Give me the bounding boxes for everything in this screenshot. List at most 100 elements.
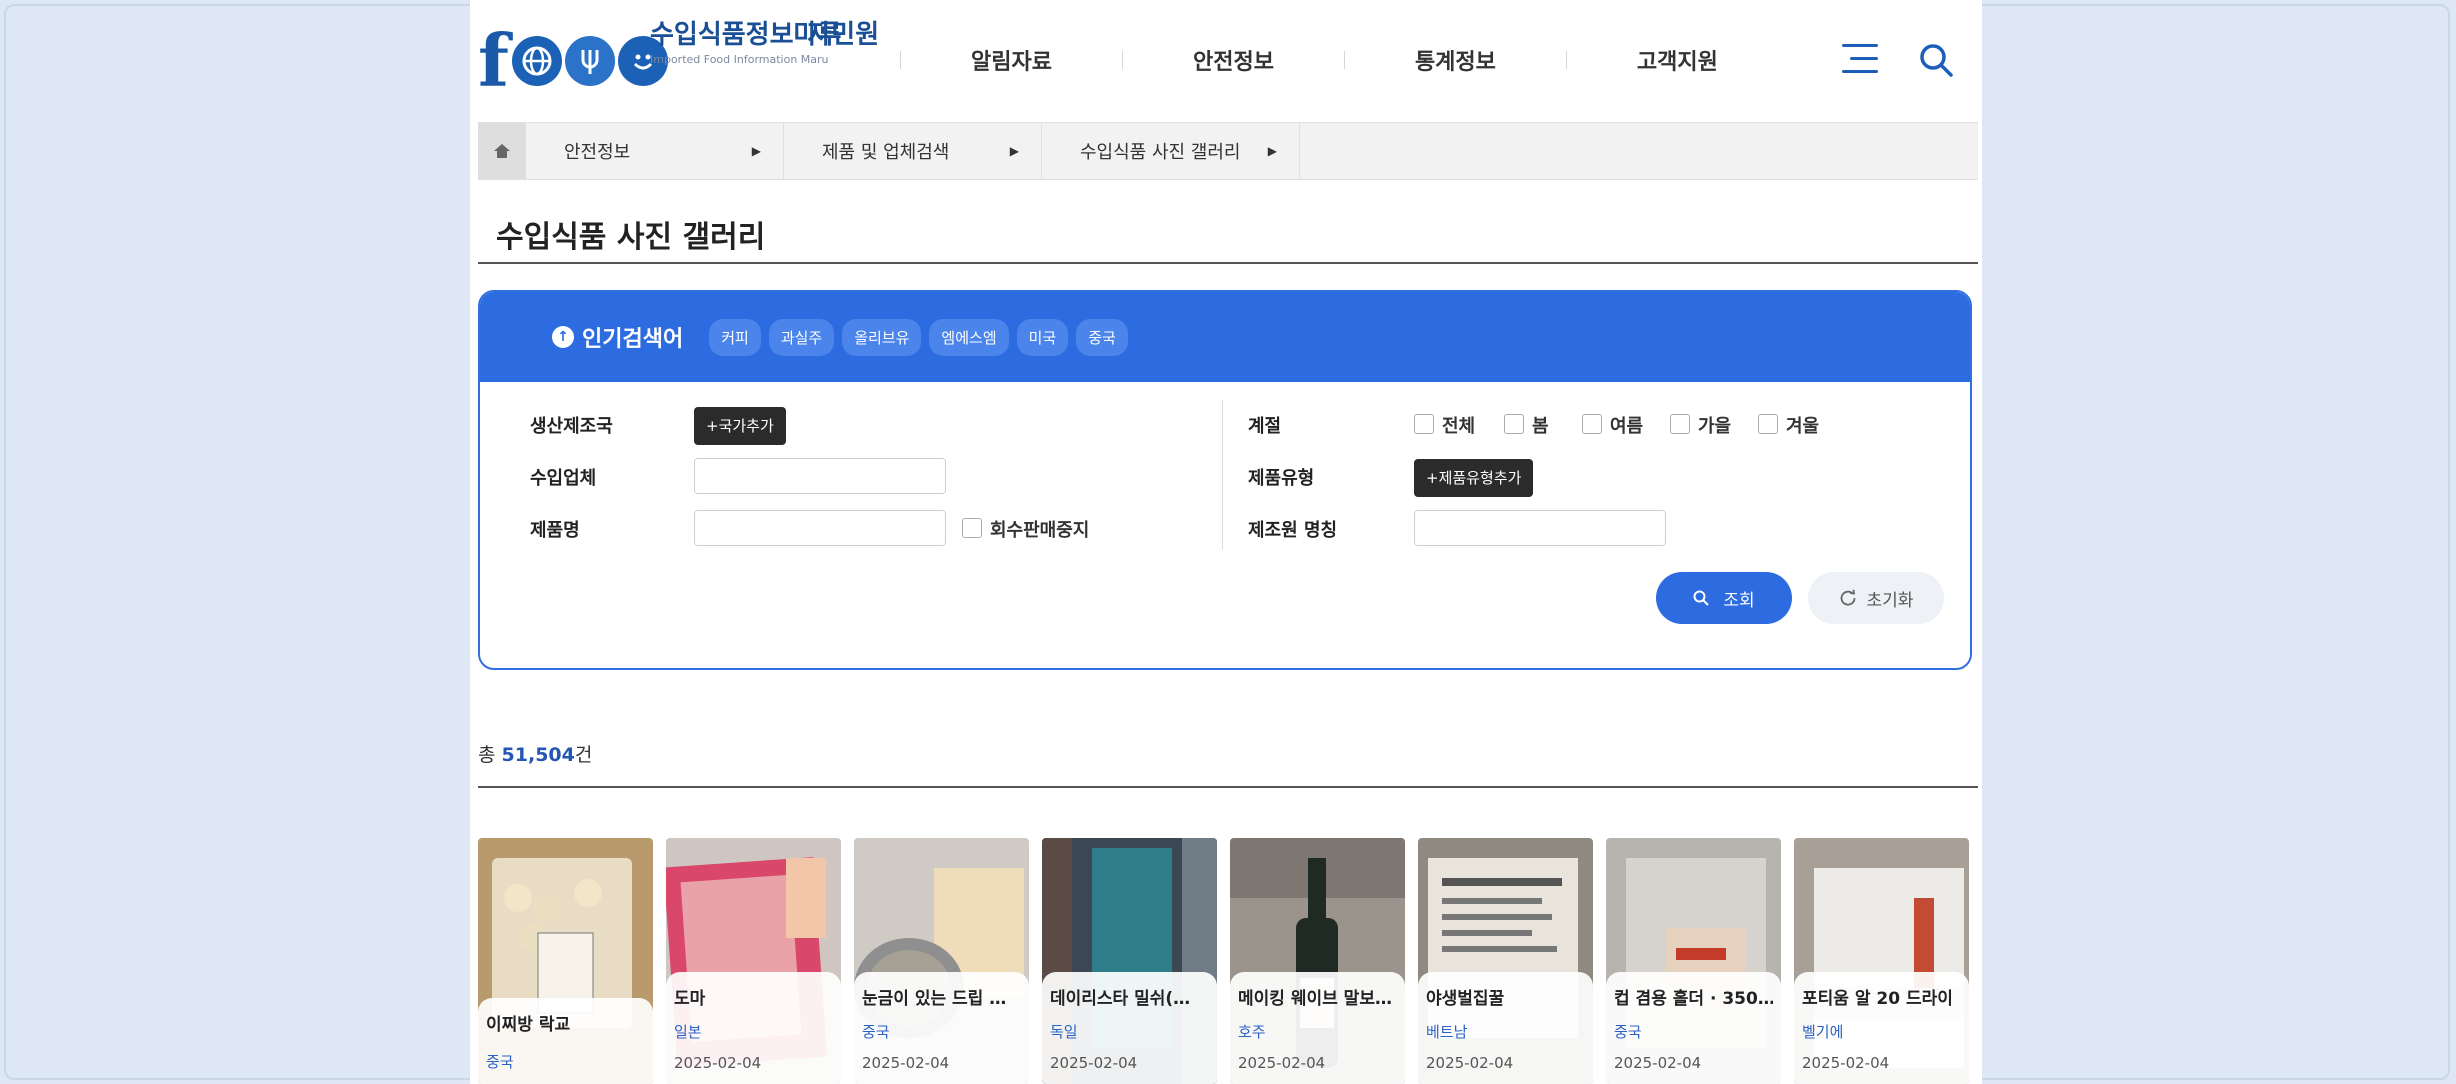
search-button[interactable]: 조회: [1656, 572, 1792, 624]
logo-text: 수입식품정보마루자민원 Imported Food Information Ma…: [650, 14, 930, 66]
breadcrumb-label: 수입식품 사진 갤러리: [1080, 142, 1241, 163]
card-info: 이찌방 락교 중국: [478, 998, 653, 1084]
count-prefix: 총: [478, 744, 502, 766]
reset-button[interactable]: 초기화: [1808, 572, 1944, 624]
breadcrumb-label: 제품 및 업체검색: [822, 142, 950, 163]
logo-f-glyph: f: [478, 18, 509, 103]
nav-item-support[interactable]: 고객지원: [1637, 44, 1718, 76]
country-label: 생산제조국: [530, 416, 613, 437]
title-divider: [478, 262, 1978, 264]
keyword-chip[interactable]: 미국: [1016, 318, 1069, 356]
card-title: 도마: [674, 989, 706, 1009]
card-date: 2025-02-04: [1050, 1054, 1138, 1072]
recall-label: 회수판매중지: [990, 520, 1090, 541]
hamburger-menu-icon[interactable]: [1842, 44, 1878, 74]
card-country: 베트남: [1426, 1023, 1468, 1041]
breadcrumb-item-product-search[interactable]: 제품 및 업체검색 ▶: [784, 123, 1042, 179]
keyword-chip[interactable]: 올리브유: [842, 318, 922, 356]
nav-item-safety[interactable]: 안전정보: [1193, 44, 1274, 76]
gallery-card[interactable]: 데이리스타 밀쉬(… 독일 2025-02-04: [1042, 838, 1217, 1084]
gallery-card[interactable]: 도마 일본 2025-02-04: [666, 838, 841, 1084]
gallery-card[interactable]: 이찌방 락교 중국: [478, 838, 653, 1084]
manufacturer-label: 제조원 명칭: [1248, 520, 1338, 541]
gallery-card[interactable]: 야생벌집꿀 베트남 2025-02-04: [1418, 838, 1593, 1084]
card-date: 2025-02-04: [1238, 1054, 1326, 1072]
season-label: 계절: [1248, 416, 1282, 437]
search-panel: ↑ 인기검색어 커피 과실주 올리브유 엠에스엠 미국 중국 생산제조국 +국가…: [478, 290, 1972, 670]
product-name-label: 제품명: [530, 520, 580, 541]
nav-divider: [900, 51, 901, 69]
recall-checkbox[interactable]: [962, 518, 982, 538]
card-info: 눈금이 있는 드립 … 중국 2025-02-04: [854, 972, 1029, 1084]
refresh-icon: [1840, 589, 1855, 606]
card-title: 데이리스타 밀쉬(…: [1050, 989, 1191, 1009]
nav-item-notices[interactable]: 알림자료: [971, 44, 1052, 76]
gallery-card[interactable]: 포티움 알 20 드라이 벨기에 2025-02-04: [1794, 838, 1969, 1084]
season-summer-checkbox[interactable]: [1582, 414, 1602, 434]
card-info: 도마 일본 2025-02-04: [666, 972, 841, 1084]
nav-divider: [1565, 51, 1567, 69]
card-info: 야생벌집꿀 베트남 2025-02-04: [1418, 972, 1593, 1084]
manufacturer-input[interactable]: [1414, 510, 1666, 546]
card-country: 일본: [674, 1023, 702, 1041]
count-number: 51,504: [501, 744, 575, 766]
card-country: 벨기에: [1802, 1023, 1844, 1041]
keyword-chip[interactable]: 중국: [1076, 318, 1128, 356]
logo-title: 수입식품정보마루자민원: [650, 20, 880, 50]
globe-icon: [511, 36, 562, 86]
product-name-input[interactable]: [694, 510, 946, 546]
season-all-label: 전체: [1442, 416, 1476, 437]
card-info: 포티움 알 20 드라이 벨기에 2025-02-04: [1794, 972, 1969, 1084]
keyword-chip[interactable]: 커피: [709, 318, 761, 356]
add-product-type-button[interactable]: +제품유형추가: [1414, 459, 1534, 497]
card-country: 호주: [1238, 1023, 1266, 1041]
season-autumn-checkbox[interactable]: [1670, 414, 1690, 434]
breadcrumb-label: 안전정보: [564, 142, 631, 163]
card-date: 2025-02-04: [1426, 1054, 1514, 1072]
season-autumn-label: 가을: [1698, 416, 1732, 437]
nav-item-statistics[interactable]: 통계정보: [1415, 44, 1496, 76]
card-title: 컵 겸용 홀더 · 350…: [1614, 989, 1773, 1009]
card-date: 2025-02-04: [862, 1054, 950, 1072]
search-button-label: 조회: [1723, 590, 1755, 611]
card-info: 데이리스타 밀쉬(… 독일 2025-02-04: [1042, 972, 1217, 1084]
add-country-button[interactable]: +국가추가: [694, 407, 786, 445]
popular-keywords-bar: ↑ 인기검색어 커피 과실주 올리브유 엠에스엠 미국 중국: [480, 292, 1970, 382]
keyword-chip[interactable]: 엠에스엠: [929, 318, 1009, 356]
page-title: 수입식품 사진 갤러리: [496, 220, 766, 255]
column-divider: [1222, 400, 1223, 550]
gallery-card[interactable]: 컵 겸용 홀더 · 350… 중국 2025-02-04: [1606, 838, 1781, 1084]
nav-divider: [1343, 51, 1345, 69]
logo[interactable]: f: [478, 18, 668, 103]
search-icon[interactable]: [1918, 42, 1954, 78]
card-title: 메이킹 웨이브 말보…: [1238, 989, 1392, 1009]
breadcrumb-item-safety[interactable]: 안전정보 ▶: [526, 123, 784, 179]
season-spring-checkbox[interactable]: [1504, 414, 1524, 434]
caret-right-icon: ▶: [751, 144, 761, 158]
nav-divider: [1121, 51, 1123, 69]
keyword-chip[interactable]: 과실주: [768, 318, 835, 356]
site-header: f 수입식품정보마루자민원 Imported Food Information …: [470, 0, 1982, 122]
popular-label-text: 인기검색어: [582, 327, 684, 352]
page: f 수입식품정보마루자민원 Imported Food Information …: [470, 0, 1982, 1084]
home-icon[interactable]: [478, 123, 526, 179]
card-date: 2025-02-04: [1614, 1054, 1702, 1072]
card-info: 컵 겸용 홀더 · 350… 중국 2025-02-04: [1606, 972, 1781, 1084]
result-count: 총 51,504건: [478, 740, 592, 767]
caret-right-icon: ▶: [1267, 144, 1277, 158]
season-all-checkbox[interactable]: [1414, 414, 1434, 434]
gallery-card[interactable]: 메이킹 웨이브 말보… 호주 2025-02-04: [1230, 838, 1405, 1084]
season-winter-checkbox[interactable]: [1758, 414, 1778, 434]
main-nav: 알림자료 안전정보 통계정보 고객지원: [900, 44, 1718, 76]
card-date: 2025-02-04: [1802, 1054, 1890, 1072]
importer-input[interactable]: [694, 458, 946, 494]
card-info: 메이킹 웨이브 말보… 호주 2025-02-04: [1230, 972, 1405, 1084]
card-country: 독일: [1050, 1023, 1078, 1041]
card-title: 눈금이 있는 드립 …: [862, 989, 1007, 1009]
caret-right-icon: ▶: [1009, 144, 1019, 158]
gallery-card[interactable]: 눈금이 있는 드립 … 중국 2025-02-04: [854, 838, 1029, 1084]
photo-gallery: 이찌방 락교 중국 도마 일본 2025-02-04 눈금이 있는 드립 … 중…: [478, 838, 1978, 1084]
breadcrumb-item-gallery[interactable]: 수입식품 사진 갤러리 ▶: [1042, 123, 1300, 179]
product-type-label: 제품유형: [1248, 468, 1315, 489]
results-divider: [478, 786, 1978, 788]
